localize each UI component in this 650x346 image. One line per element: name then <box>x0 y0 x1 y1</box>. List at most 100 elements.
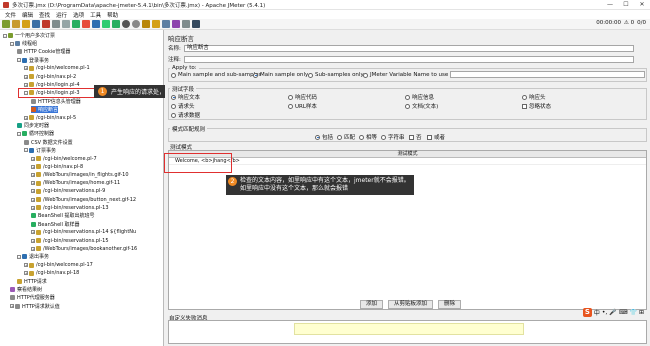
tree-node[interactable]: BeanShell 提取出航班号 <box>31 212 95 219</box>
tree-node[interactable]: - 线程组 <box>10 40 37 47</box>
tree-node[interactable]: + /cgi-bin/nav.pl-8 <box>31 163 83 170</box>
expand-toggle-icon[interactable]: + <box>31 156 35 161</box>
help-icon[interactable] <box>192 20 200 28</box>
cut-icon[interactable] <box>42 20 50 28</box>
expand-toggle-icon[interactable]: + <box>31 246 35 251</box>
ime-language[interactable]: 中 <box>594 308 600 317</box>
function-helper-icon[interactable] <box>182 20 190 28</box>
tree-node[interactable]: + /cgi-bin/welcome.pl-17 <box>24 262 93 269</box>
expand-toggle-icon[interactable]: + <box>31 238 35 243</box>
expand-toggle-icon[interactable]: + <box>31 230 35 235</box>
search-icon[interactable] <box>162 20 170 28</box>
delete-button[interactable]: 删除 <box>438 300 462 309</box>
collapse-toggle-icon[interactable]: - <box>17 58 21 63</box>
collapse-icon[interactable] <box>82 20 90 28</box>
templates-icon[interactable] <box>12 20 20 28</box>
apply-sub-only-radio[interactable]: Sub-samples only <box>308 72 364 78</box>
expand-toggle-icon[interactable]: + <box>24 115 28 120</box>
expand-toggle-icon[interactable]: + <box>10 304 14 309</box>
menu-tools[interactable]: 工具 <box>87 11 104 19</box>
tree-node[interactable]: BeanShell 取样器 <box>31 221 80 228</box>
expand-toggle-icon[interactable]: + <box>31 197 35 202</box>
paste-icon[interactable] <box>62 20 70 28</box>
field-response-code-radio[interactable]: 响应代码 <box>288 93 317 101</box>
apply-jmeter-variable-radio[interactable]: JMeter Variable Name to use <box>363 72 448 78</box>
expand-toggle-icon[interactable]: + <box>24 74 28 79</box>
tree-node[interactable]: + /WebTours/images/in_flights.gif-10 <box>31 171 129 178</box>
apply-main-and-sub-radio[interactable]: Main sample and sub-samples <box>171 72 261 78</box>
copy-icon[interactable] <box>52 20 60 28</box>
microphone-icon[interactable]: 🎤 <box>609 309 616 316</box>
shutdown-icon[interactable] <box>132 20 140 28</box>
tree-node[interactable]: + HTTP请求默认值 <box>10 303 60 310</box>
menu-help[interactable]: 帮助 <box>104 11 121 19</box>
field-url-sampled-radio[interactable]: URL样本 <box>288 102 317 110</box>
expand-toggle-icon[interactable]: + <box>24 271 28 276</box>
expand-toggle-icon[interactable]: + <box>24 263 28 268</box>
tree-node[interactable]: + /WebTours/images/button_next.gif-12 <box>31 196 136 203</box>
collapse-toggle-icon[interactable]: - <box>10 41 14 46</box>
close-button[interactable]: ✕ <box>634 0 650 10</box>
custom-failure-editor[interactable] <box>294 323 524 335</box>
tree-node[interactable]: + /cgi-bin/welcome.pl-7 <box>31 155 97 162</box>
pattern-row[interactable]: Welcome, <b>jhang</b> <box>169 158 646 165</box>
stop-icon[interactable] <box>122 20 130 28</box>
add-from-clipboard-button[interactable]: 从剪贴板添加 <box>388 300 434 309</box>
new-icon[interactable] <box>2 20 10 28</box>
test-patterns-table[interactable]: 测试模式 Welcome, <b>jhang</b> <box>168 150 647 310</box>
reset-search-icon[interactable] <box>172 20 180 28</box>
collapse-toggle-icon[interactable]: - <box>3 33 7 38</box>
apply-main-only-radio[interactable]: Main sample only <box>253 72 308 78</box>
field-response-message-radio[interactable]: 响应信息 <box>405 93 434 101</box>
expand-toggle-icon[interactable]: + <box>24 82 28 87</box>
tree-node[interactable]: + /cgi-bin/reservations.pl-15 <box>31 237 109 244</box>
tree-node[interactable]: HTTP代理服务器 <box>10 294 55 301</box>
punctuation-icon[interactable]: •, <box>602 309 607 316</box>
custom-failure-message-input[interactable] <box>168 320 647 344</box>
field-request-headers-radio[interactable]: 请求头 <box>171 102 195 110</box>
expand-toggle-icon[interactable]: + <box>31 189 35 194</box>
tree-node[interactable]: + /WebTours/images/bookanother.gif-16 <box>31 245 137 252</box>
tree-node[interactable]: CSV 数据文件设置 <box>24 139 73 146</box>
tree-node[interactable]: + /cgi-bin/nav.pl-2 <box>24 73 76 80</box>
jmeter-variable-input[interactable] <box>450 71 645 78</box>
expand-toggle-icon[interactable]: + <box>24 66 28 71</box>
comment-input[interactable] <box>183 55 634 63</box>
tree-node[interactable]: + /cgi-bin/reservations.pl-13 <box>31 204 109 211</box>
tree-node[interactable]: 同步定时器 <box>17 122 49 129</box>
open-icon[interactable] <box>22 20 30 28</box>
rule-or-checkbox[interactable]: 或者 <box>427 133 445 141</box>
collapse-toggle-icon[interactable]: - <box>17 254 21 259</box>
field-response-headers-radio[interactable]: 响应头 <box>522 93 546 101</box>
field-response-text-radio[interactable]: 响应文本 <box>171 93 200 101</box>
tree-node[interactable]: + /cgi-bin/reservations.pl-9 <box>31 188 105 195</box>
rule-equals-radio[interactable]: 相等 <box>359 133 377 141</box>
rule-not-checkbox[interactable]: 否 <box>409 133 422 141</box>
tree-node[interactable]: + /cgi-bin/reservations.pl-14 ${flightNu <box>31 229 136 236</box>
menu-search[interactable]: 查找 <box>36 11 53 19</box>
minimize-button[interactable]: — <box>602 0 618 10</box>
clear-icon[interactable] <box>142 20 150 28</box>
tree-node[interactable]: - 退出事务 <box>17 253 49 260</box>
expand-toggle-icon[interactable]: + <box>31 172 35 177</box>
expand-toggle-icon[interactable]: + <box>31 181 35 186</box>
add-button[interactable]: 添加 <box>360 300 384 309</box>
tree-node[interactable]: + /cgi-bin/nav.pl-5 <box>24 114 76 121</box>
field-request-data-radio[interactable]: 请求数据 <box>171 111 200 119</box>
expand-toggle-icon[interactable]: + <box>31 205 35 210</box>
tree-node[interactable]: + /cgi-bin/welcome.pl-1 <box>24 65 90 72</box>
tree-node[interactable]: HTTP请求 <box>17 278 47 285</box>
rule-substring-radio[interactable]: 字符串 <box>381 133 405 141</box>
tree-node[interactable]: - 订票事务 <box>24 147 56 154</box>
grid-menu-icon[interactable]: ⊞ <box>639 309 644 316</box>
menu-file[interactable]: 文件 <box>2 11 19 19</box>
name-input[interactable]: 响应断言 <box>183 44 634 52</box>
tree-node[interactable]: - 循环控制器 <box>17 130 54 137</box>
warning-counter[interactable]: ⚠ 0 <box>624 20 634 26</box>
start-no-pause-icon[interactable] <box>112 20 120 28</box>
expand-icon[interactable] <box>72 20 80 28</box>
menu-options[interactable]: 选项 <box>70 11 87 19</box>
ime-toolbar[interactable]: S 中 •, 🎤 ⌨ 👕 ⊞ <box>582 308 644 317</box>
ignore-status-checkbox[interactable]: 忽略状态 <box>522 102 551 110</box>
maximize-button[interactable]: ☐ <box>618 0 634 10</box>
